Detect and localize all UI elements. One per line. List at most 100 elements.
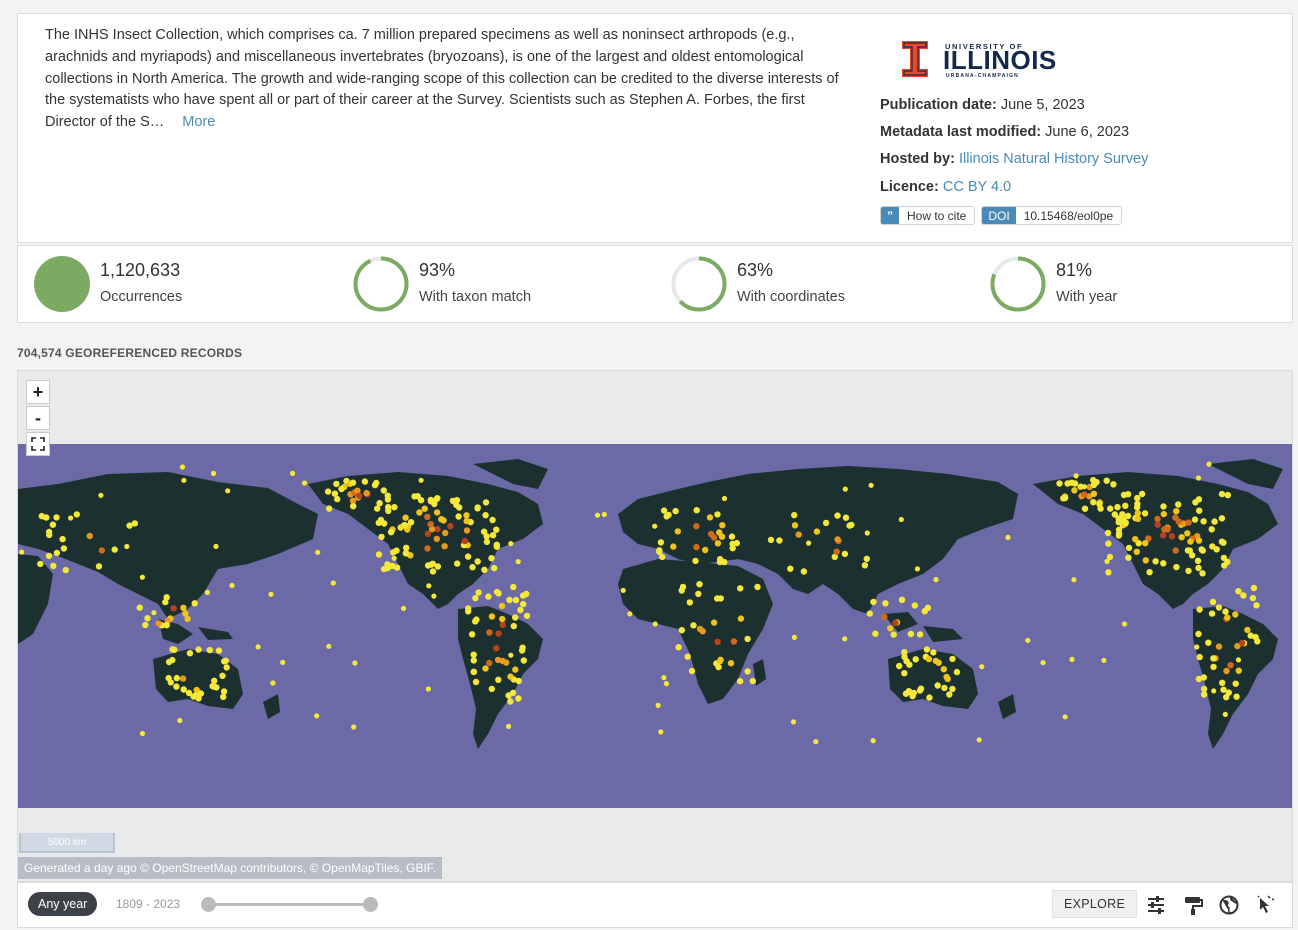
year-slider-end-handle[interactable]: [363, 897, 378, 912]
hexbin: [53, 514, 60, 521]
hexbin: [911, 602, 918, 609]
filter-sliders-icon[interactable]: [1145, 894, 1167, 916]
explore-button[interactable]: EXPLORE: [1052, 890, 1138, 918]
more-link[interactable]: More: [182, 114, 215, 130]
hexbin: [1110, 481, 1117, 488]
how-to-cite-button[interactable]: ” How to cite: [880, 206, 976, 225]
hexbin: [213, 543, 219, 549]
hexbin: [338, 485, 345, 493]
licence: Licence: CC BY 4.0: [880, 179, 1011, 195]
hexbin: [180, 686, 187, 693]
hexbin: [1096, 501, 1103, 508]
hexbin: [220, 693, 227, 701]
hexbin: [916, 631, 924, 638]
zoom-out-button[interactable]: -: [26, 406, 50, 430]
hexbin: [1223, 667, 1230, 675]
hexbin: [686, 599, 693, 606]
hexbin: [767, 536, 775, 544]
licence-link[interactable]: CC BY 4.0: [943, 179, 1011, 195]
hexbin: [505, 692, 512, 699]
hexbin: [692, 557, 699, 565]
hexbin: [1105, 540, 1112, 547]
hexbin: [1168, 533, 1176, 540]
hexbin: [1195, 564, 1202, 572]
hexbin: [901, 653, 908, 661]
hexbin: [45, 552, 53, 560]
publisher-link[interactable]: Illinois Natural History Survey: [959, 151, 1148, 167]
hexbin: [949, 655, 956, 663]
hexbin: [1134, 510, 1142, 517]
year-slider-track[interactable]: [208, 903, 372, 906]
hexbin: [1141, 510, 1149, 517]
taxon-match-ring-icon: [353, 256, 409, 312]
hexbin: [414, 493, 421, 500]
hexbin: [1218, 515, 1226, 522]
hexbin: [510, 622, 517, 630]
year-slider-start-handle[interactable]: [201, 897, 216, 912]
any-year-button[interactable]: Any year: [28, 892, 98, 916]
hexbin: [1209, 543, 1216, 550]
hexbin: [485, 593, 492, 600]
hexbin: [934, 682, 941, 689]
hexbin: [507, 698, 514, 705]
select-cursor-icon[interactable]: [1255, 894, 1277, 916]
world-map[interactable]: [18, 444, 1293, 808]
hexbin: [474, 558, 481, 565]
hexbin: [776, 537, 783, 544]
hexbin: [652, 523, 658, 529]
fullscreen-button[interactable]: [26, 432, 50, 456]
hexbin: [1119, 511, 1126, 518]
coordinates-ring-icon: [671, 256, 727, 312]
hexbin: [46, 531, 53, 539]
hexbin: [806, 540, 812, 546]
georeferenced-heading: 704,574 GEOREFERENCED RECORDS: [17, 346, 243, 360]
occurrence-map[interactable]: + - 5000 km Generated a day ago © OpenSt…: [17, 370, 1293, 882]
hexbin: [375, 551, 383, 558]
hexbin: [523, 590, 530, 598]
hexbin: [1107, 505, 1114, 512]
hexbin: [627, 611, 633, 617]
hexbin: [163, 622, 170, 629]
hexbin: [678, 587, 685, 594]
hexbin: [488, 685, 495, 693]
hexbin: [594, 512, 601, 518]
hexbin: [1114, 503, 1121, 511]
publication-value: June 5, 2023: [1000, 97, 1085, 113]
hexbin: [424, 513, 431, 520]
hexbin: [463, 512, 470, 519]
paint-roller-icon[interactable]: [1182, 894, 1204, 916]
hexbin: [1133, 548, 1141, 555]
doi-link[interactable]: DOI 10.15468/eol0pe: [981, 206, 1123, 225]
hexbin: [1208, 610, 1216, 617]
hexbin: [1154, 515, 1161, 523]
hexbin: [1071, 577, 1077, 583]
hexbin: [901, 670, 908, 677]
globe-icon[interactable]: [1218, 894, 1240, 916]
hexbin: [1205, 639, 1212, 646]
hexbin: [507, 673, 514, 680]
stat-label: With year: [1056, 289, 1118, 305]
hexbin: [941, 684, 948, 692]
hexbin: [940, 666, 947, 673]
hexbin: [730, 638, 738, 645]
zoom-in-button[interactable]: +: [26, 380, 50, 404]
hexbin: [475, 589, 482, 596]
hexbin: [1172, 547, 1179, 554]
hexbin: [508, 652, 514, 658]
hexbin: [737, 615, 745, 622]
hexbin: [330, 580, 336, 586]
hexbin: [493, 543, 501, 550]
hexbin: [474, 505, 481, 512]
hexbin: [371, 481, 379, 489]
hexbin: [433, 495, 440, 503]
hexbin: [438, 516, 445, 523]
hexbin: [1071, 487, 1078, 494]
hexbin: [754, 583, 761, 591]
hexbin: [1222, 608, 1229, 615]
hexbin: [1211, 688, 1217, 694]
scale-bar: 5000 km: [19, 833, 115, 853]
stats-card: 1,120,633 Occurrences 93% With taxon mat…: [17, 245, 1293, 323]
hexbin: [1215, 604, 1223, 611]
hexbin: [73, 511, 80, 518]
hexbin: [661, 675, 667, 681]
